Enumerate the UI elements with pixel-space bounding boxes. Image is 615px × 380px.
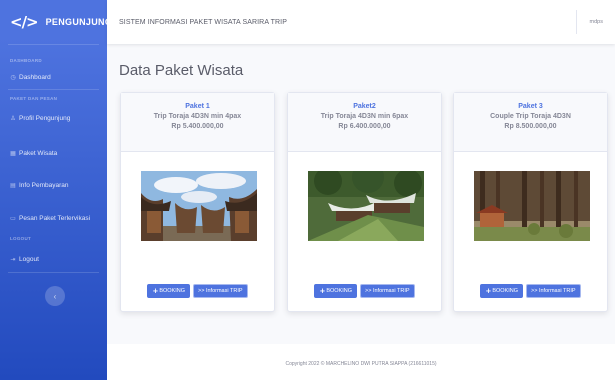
sidebar-item-info-pembayaran[interactable]: ▤ Info Pembayaran — [0, 182, 69, 189]
chat-icon: ▭ — [10, 215, 16, 222]
card-actions: + BOOKING >> Informasi TRIP — [288, 284, 441, 298]
page-title: Data Paket Wisata — [119, 62, 244, 79]
plus-icon: + — [485, 287, 492, 295]
sidebar-item-logout[interactable]: ⇥ Logout — [0, 256, 39, 263]
sidebar-divider — [8, 272, 99, 273]
topbar: SISTEM INFORMASI PAKET WISATA SARIRA TRI… — [107, 0, 615, 44]
sidebar-toggle-button[interactable]: ‹ — [45, 286, 65, 306]
card-actions: + BOOKING >> Informasi TRIP — [121, 284, 274, 298]
package-price: Rp 5.400.000,00 — [171, 123, 224, 130]
package-card: Paket 3 Couple Trip Toraja 4D3N Rp 8.500… — [453, 92, 608, 312]
user-menu[interactable]: mdps — [590, 19, 603, 25]
card-header: Paket 1 Trip Toraja 4D3N min 4pax Rp 5.4… — [121, 93, 274, 152]
package-name: Paket 1 — [185, 103, 210, 110]
sidebar-heading-logout: LOGOUT — [10, 236, 32, 241]
package-name: Paket2 — [353, 103, 376, 110]
sidebar-item-label: Info Pembayaran — [19, 182, 69, 189]
sidebar-heading-dashboard: DASHBOARD — [10, 58, 42, 63]
sidebar-item-label: Pesan Paket Terlervikasi — [19, 215, 91, 222]
sidebar: </> PENGUNJUNG DASHBOARD ◷ Dashboard PAK… — [0, 0, 112, 380]
booking-button[interactable]: + BOOKING — [147, 284, 190, 298]
sidebar-divider — [8, 44, 99, 45]
card-header: Paket 3 Couple Trip Toraja 4D3N Rp 8.500… — [454, 93, 607, 152]
package-image — [474, 171, 590, 241]
booking-label: BOOKING — [492, 288, 518, 294]
brand-name: PENGUNJUNG — [45, 17, 113, 27]
topbar-divider — [576, 10, 577, 34]
info-trip-button[interactable]: >> Informasi TRIP — [526, 284, 581, 298]
info-label: >> Informasi TRIP — [198, 288, 243, 294]
plus-icon: + — [152, 287, 159, 295]
info-trip-button[interactable]: >> Informasi TRIP — [193, 284, 248, 298]
package-subtitle: Couple Trip Toraja 4D3N — [490, 113, 571, 120]
sidebar-heading-pages: PAKET DAN PESAN — [10, 96, 58, 101]
sidebar-item-label: Paket Wisata — [19, 150, 58, 157]
sidebar-item-label: Profil Pengunjung — [19, 115, 71, 122]
package-subtitle: Trip Toraja 4D3N min 6pax — [320, 113, 409, 120]
package-image — [308, 171, 424, 241]
sidebar-item-label: Dashboard — [19, 74, 51, 81]
sidebar-item-paket-wisata[interactable]: ▦ Paket Wisata — [0, 150, 57, 157]
user-icon: ♙ — [10, 115, 16, 122]
info-trip-button[interactable]: >> Informasi TRIP — [360, 284, 415, 298]
booking-label: BOOKING — [326, 288, 352, 294]
package-price: Rp 6.400.000,00 — [338, 123, 391, 130]
footer: Copyright 2022 © MARCHELINO DWI PUTRA SI… — [107, 344, 615, 380]
card-header: Paket2 Trip Toraja 4D3N min 6pax Rp 6.40… — [288, 93, 441, 152]
plus-icon: + — [319, 287, 326, 295]
signout-icon: ⇥ — [10, 256, 16, 263]
dashboard-icon: ◷ — [10, 74, 16, 81]
package-subtitle: Trip Toraja 4D3N min 4pax — [153, 113, 242, 120]
info-label: >> Informasi TRIP — [531, 288, 576, 294]
app-title: SISTEM INFORMASI PAKET WISATA SARIRA TRI… — [119, 18, 287, 26]
chevron-left-icon: ‹ — [53, 291, 57, 301]
sidebar-item-label: Logout — [19, 256, 39, 263]
package-image — [141, 171, 257, 241]
brand-logo-icon: </> — [10, 13, 39, 31]
package-name: Paket 3 — [518, 103, 543, 110]
booking-button[interactable]: + BOOKING — [314, 284, 357, 298]
copyright-text: Copyright 2022 © MARCHELINO DWI PUTRA SI… — [285, 361, 437, 367]
info-label: >> Informasi TRIP — [365, 288, 410, 294]
sidebar-item-dashboard[interactable]: ◷ Dashboard — [0, 74, 51, 81]
package-card: Paket 1 Trip Toraja 4D3N min 4pax Rp 5.4… — [120, 92, 275, 312]
sidebar-divider — [8, 89, 99, 90]
package-price: Rp 8.500.000,00 — [504, 123, 557, 130]
package-card: Paket2 Trip Toraja 4D3N min 6pax Rp 6.40… — [287, 92, 442, 312]
sidebar-item-profil[interactable]: ♙ Profil Pengunjung — [0, 115, 70, 122]
sidebar-item-pesan-paket[interactable]: ▭ Pesan Paket Terlervikasi — [0, 215, 90, 222]
booking-button[interactable]: + BOOKING — [480, 284, 523, 298]
brand[interactable]: </> PENGUNJUNG — [0, 0, 112, 44]
card-actions: + BOOKING >> Informasi TRIP — [454, 284, 607, 298]
table-icon: ▦ — [10, 150, 16, 157]
booking-label: BOOKING — [159, 288, 185, 294]
table-icon: ▤ — [10, 182, 16, 189]
